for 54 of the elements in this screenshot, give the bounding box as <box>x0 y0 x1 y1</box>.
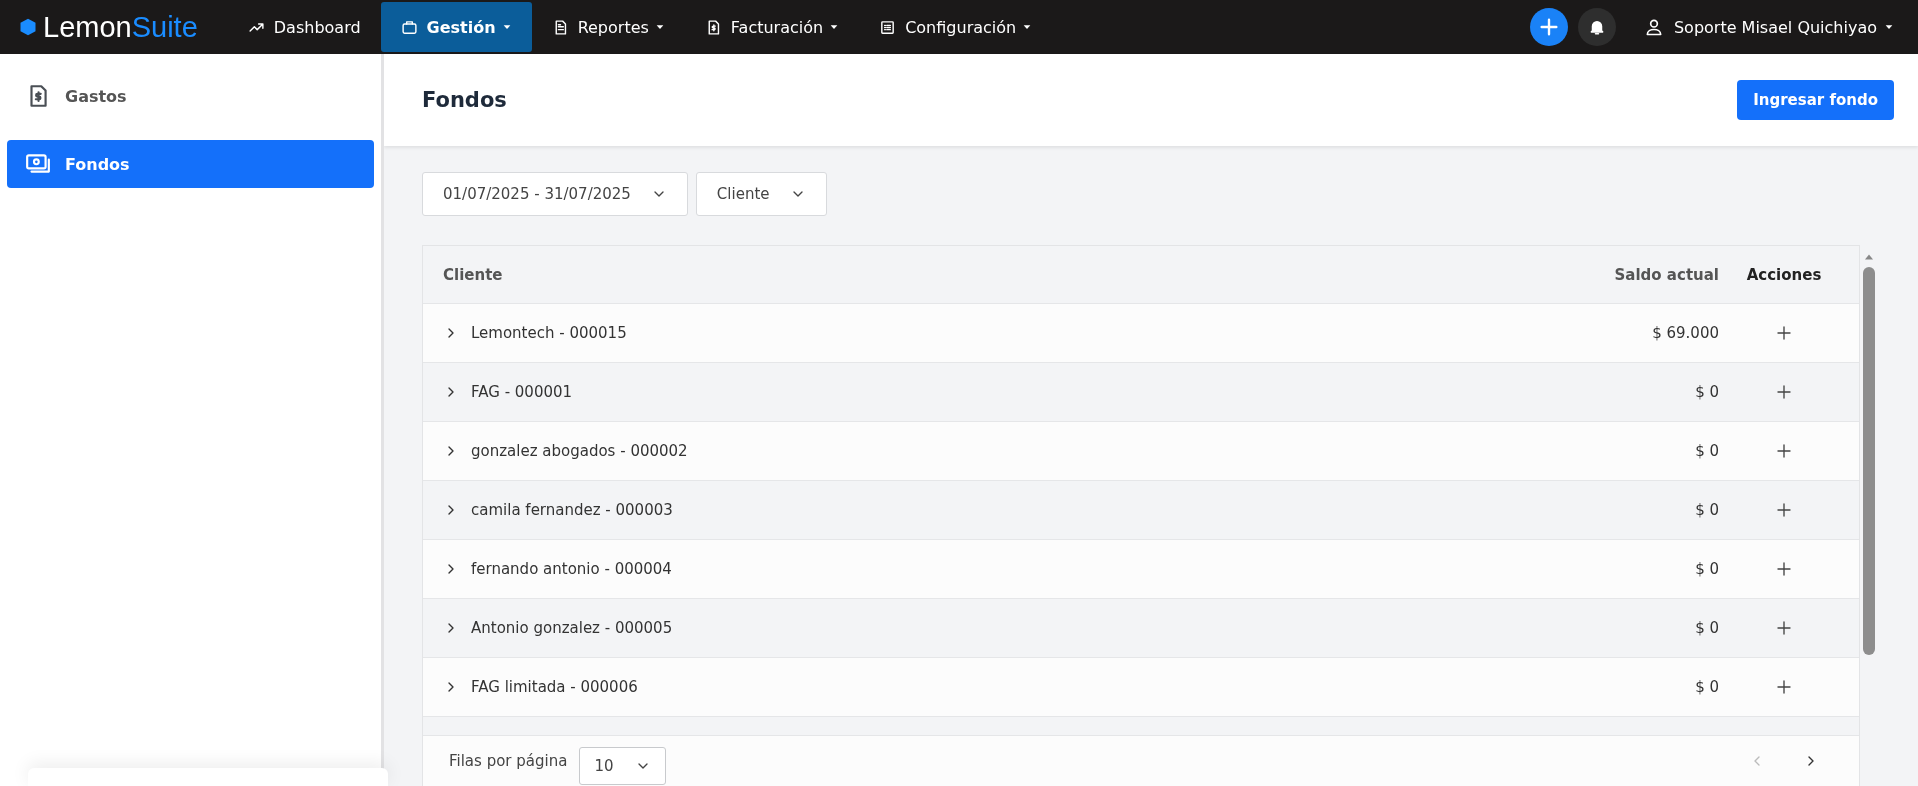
hexagon-icon <box>18 16 38 38</box>
plus-icon <box>1775 501 1793 519</box>
plus-icon <box>1775 678 1793 696</box>
table-cell: $ 0 <box>1695 619 1719 637</box>
nav-menu-item[interactable]: Gestión <box>380 2 532 52</box>
person-icon <box>1643 17 1664 37</box>
table-cell: gonzalez abogados - 000002 <box>471 442 688 460</box>
page-title: Fondos <box>422 88 507 112</box>
table-cell: $ 0 <box>1695 501 1719 519</box>
ingresar-fondo-button[interactable]: Ingresar fondo <box>1737 80 1894 120</box>
notifications-button[interactable] <box>1577 8 1616 46</box>
briefcase-icon <box>400 18 418 36</box>
filter-dropdown[interactable]: 01/07/2025 - 31/07/2025 <box>422 172 688 216</box>
scrollbar-thumb[interactable] <box>1863 267 1875 655</box>
column-header: Saldo actual <box>1613 265 1719 284</box>
table-cell: $ 0 <box>1695 560 1719 578</box>
add-fund-button[interactable] <box>1775 678 1793 696</box>
plus-icon <box>1775 619 1793 637</box>
nav-menu-item[interactable]: Facturación <box>684 2 860 52</box>
nav-menu-item[interactable]: Configuración <box>859 2 1053 52</box>
add-fund-button[interactable] <box>1775 324 1793 342</box>
nav-menu-item[interactable]: Reportes <box>531 2 685 52</box>
caret-icon <box>1884 22 1894 32</box>
sidebar-item[interactable]: Gastos <box>7 72 374 120</box>
add-fund-button[interactable] <box>1775 442 1793 460</box>
plus-icon <box>1775 383 1793 401</box>
filter-dropdown[interactable]: Cliente <box>695 172 827 216</box>
rows-per-page-label: Filas por página <box>449 752 568 770</box>
table-cell: $ 0 <box>1695 442 1719 460</box>
table-cell: camila fernandez - 000003 <box>471 501 673 519</box>
add-fund-button[interactable] <box>1775 383 1793 401</box>
user-menu[interactable]: Soporte Misael Quichiyao <box>1625 0 1918 54</box>
table-cell: fernando antonio - 000004 <box>471 560 672 578</box>
table-cell: $ 69.000 <box>1652 324 1719 342</box>
page-size-dropdown[interactable]: 10 <box>579 747 667 785</box>
table-cell: $ 0 <box>1695 383 1719 401</box>
add-fund-button[interactable] <box>1775 560 1793 578</box>
list-icon <box>879 18 897 36</box>
table-cell: FAG limitada - 000006 <box>471 678 638 696</box>
table-cell: FAG - 000001 <box>471 383 573 401</box>
plus-icon <box>1775 442 1793 460</box>
add-button[interactable] <box>1529 8 1568 46</box>
column-header: Cliente <box>442 265 504 284</box>
nav-menu-item[interactable]: Dashboard <box>227 2 381 52</box>
table-cell: Antonio gonzalez - 000005 <box>471 619 673 637</box>
plus-icon <box>1775 560 1793 578</box>
table-cell: Lemontech - 000015 <box>471 324 627 342</box>
table-cell: $ 0 <box>1695 678 1719 696</box>
app-logo[interactable]: LemonSuite <box>18 10 198 44</box>
column-header: Acciones <box>1745 265 1823 284</box>
add-fund-button[interactable] <box>1775 619 1793 637</box>
sidebar-item[interactable]: Fondos <box>7 140 374 188</box>
add-fund-button[interactable] <box>1775 501 1793 519</box>
plus-icon <box>1775 324 1793 342</box>
